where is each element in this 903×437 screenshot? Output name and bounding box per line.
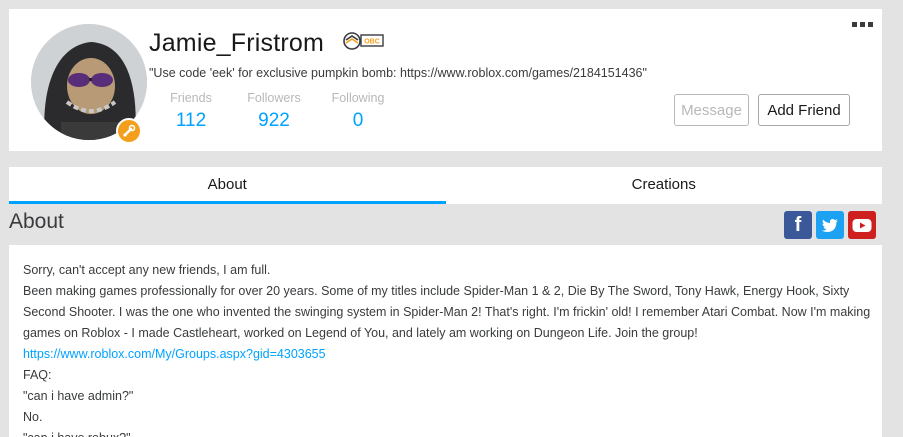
followers-count[interactable]: 922 <box>240 110 308 132</box>
following-label: Following <box>331 91 385 105</box>
message-button[interactable]: Message <box>674 94 749 126</box>
obc-badge-icon: OBC <box>342 28 386 59</box>
about-line: "can i have admin?" <box>23 389 134 403</box>
youtube-icon[interactable] <box>848 211 876 239</box>
about-line: FAQ: <box>23 368 52 382</box>
friends-label: Friends <box>170 91 212 105</box>
profile-status: "Use code 'eek' for exclusive pumpkin bo… <box>149 66 647 80</box>
friends-stat[interactable]: Friends 112 <box>162 91 220 132</box>
builders-club-badge-icon <box>116 118 142 144</box>
followers-label: Followers <box>247 91 301 105</box>
about-line: Sorry, can't accept any new friends, I a… <box>23 263 271 277</box>
about-description: Sorry, can't accept any new friends, I a… <box>9 245 882 437</box>
about-line: "can i have robux?" <box>9 428 882 437</box>
facebook-icon[interactable]: f <box>784 211 812 239</box>
profile-tabs: About Creations <box>9 167 882 204</box>
about-section-title: About <box>9 210 64 233</box>
more-options-icon[interactable] <box>852 22 873 27</box>
friends-count[interactable]: 112 <box>162 110 220 132</box>
profile-header: Jamie_Fristrom OBC "Use code 'eek' for e… <box>9 9 882 151</box>
username: Jamie_Fristrom <box>149 29 325 57</box>
twitter-icon[interactable] <box>816 211 844 239</box>
add-friend-button[interactable]: Add Friend <box>758 94 850 126</box>
tab-creations[interactable]: Creations <box>446 167 883 204</box>
tab-about[interactable]: About <box>9 167 446 204</box>
following-count[interactable]: 0 <box>325 110 391 132</box>
social-links: f <box>784 211 876 239</box>
group-link[interactable]: https://www.roblox.com/My/Groups.aspx?gi… <box>9 344 882 365</box>
followers-stat[interactable]: Followers 922 <box>240 91 308 132</box>
about-line: No. <box>23 410 43 424</box>
following-stat[interactable]: Following 0 <box>325 91 391 132</box>
about-line: Been making games professionally for ove… <box>23 284 871 340</box>
obc-badge-label: OBC <box>364 39 380 46</box>
